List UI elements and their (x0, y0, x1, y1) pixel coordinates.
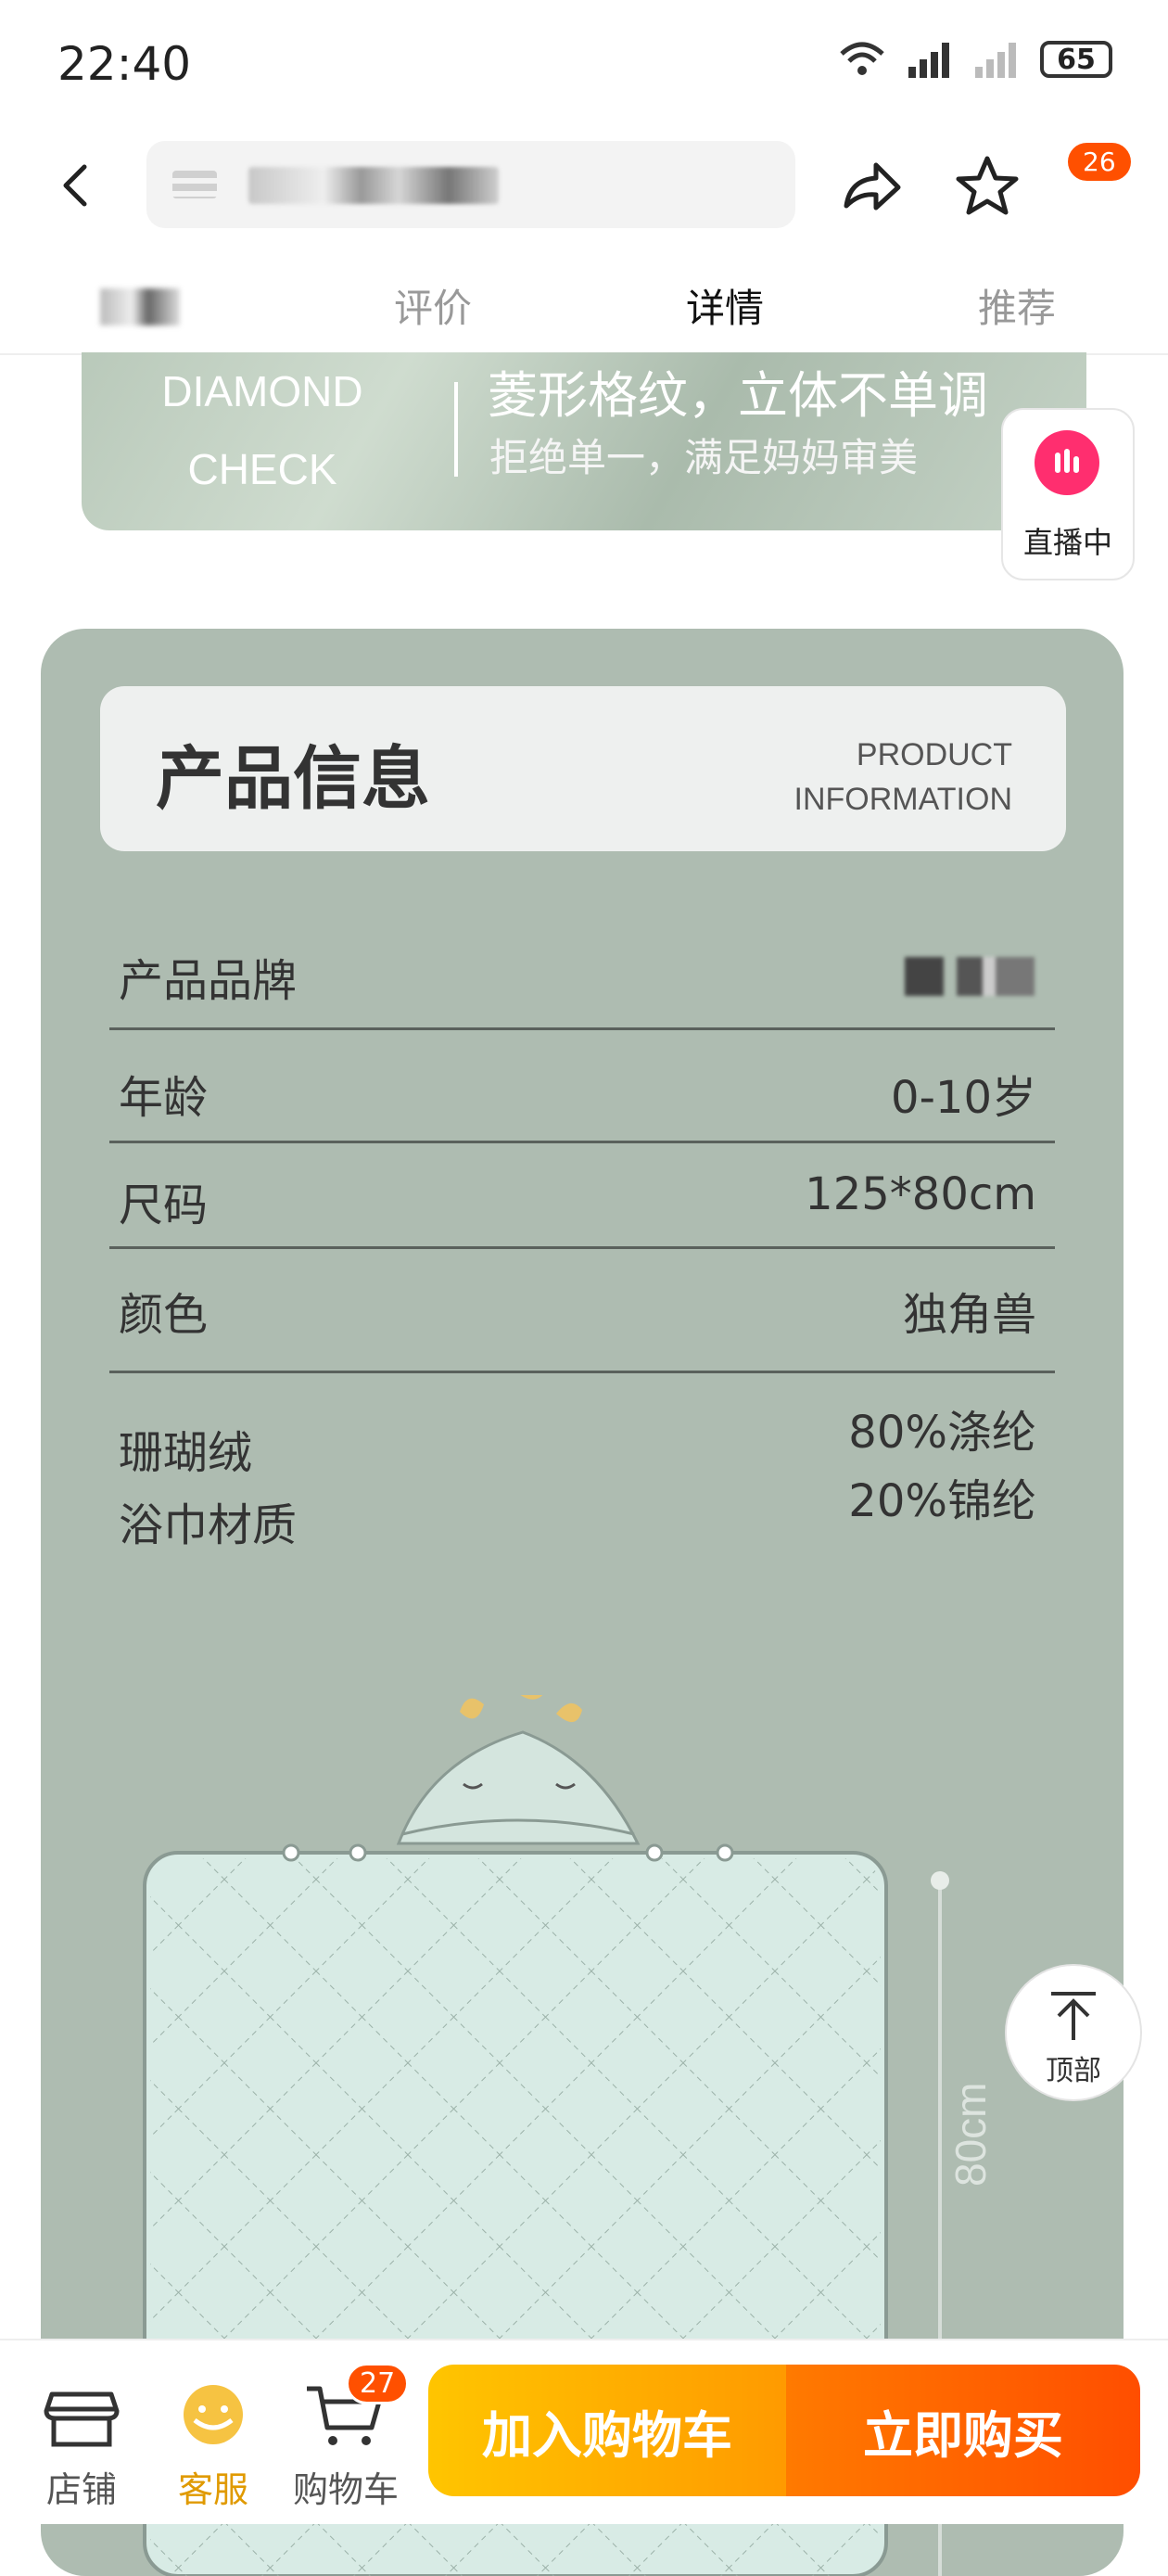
material-value: 80%涤纶 20%锦纶 (848, 1398, 1036, 1536)
status-icons: 65 (836, 39, 1112, 80)
divider (109, 1246, 1055, 1249)
color-value: 独角兽 (902, 1289, 1036, 1341)
scroll-top-label: 顶部 (1046, 2055, 1101, 2087)
back-arrow-icon[interactable] (51, 159, 103, 211)
color-label: 颜色 (119, 1289, 209, 1341)
divider (109, 1371, 1055, 1373)
banner-divider (454, 382, 458, 477)
buy-now-button[interactable]: 立即购买 (786, 2365, 1140, 2496)
material-label-line1: 珊瑚绒 (119, 1427, 253, 1479)
cart-badge: 27 (346, 2363, 410, 2404)
wifi-icon (840, 42, 884, 75)
bottom-action-bar: 店铺 客服 27 购物车 加入购物车 立即购买 (0, 2339, 1168, 2524)
battery-indicator: 65 (1040, 41, 1112, 78)
banner-subtitle: 拒绝单一，满足妈妈审美 (489, 435, 919, 480)
blurred-tab[interactable] (100, 288, 180, 325)
customer-service-label: 客服 (177, 2469, 248, 2510)
customer-service-icon (184, 2385, 243, 2444)
material-label-line2: 浴巾材质 (119, 1499, 298, 1551)
product-info-header: 产品信息 PRODUCT INFORMATION (100, 686, 1066, 851)
cart-nav[interactable]: 27 购物车 (290, 2363, 410, 2510)
blurred-text (248, 167, 499, 204)
shop-icon (44, 2391, 120, 2447)
customer-service-nav[interactable]: 客服 (158, 2376, 269, 2510)
brand-label: 产品品牌 (119, 955, 298, 1007)
favorite-star-icon[interactable] (955, 154, 1020, 219)
product-info-en-line1: PRODUCT (856, 737, 1012, 772)
search-box[interactable] (146, 141, 795, 228)
signal-off-icon (975, 43, 1016, 78)
cart-label: 购物车 (292, 2469, 399, 2510)
tab-bar: 评价 详情 推荐 (0, 264, 1168, 355)
size-label: 尺码 (119, 1180, 209, 1231)
dimension-label: 80cm (946, 2082, 995, 2187)
shop-label: 店铺 (45, 2469, 117, 2510)
product-info-card: 产品信息 PRODUCT INFORMATION 产品品牌 年龄 0-10岁 尺… (41, 629, 1124, 2576)
message-badge[interactable]: 26 (1068, 143, 1131, 181)
banner-en-line2: CHECK (187, 445, 337, 493)
live-label: 直播中 (1022, 525, 1112, 560)
material-value-line1: 80%涤纶 (848, 1407, 1036, 1459)
size-value: 125*80cm (805, 1168, 1036, 1220)
product-info-en: PRODUCT INFORMATION (794, 733, 1012, 822)
top-header: 26 (0, 139, 1168, 232)
banner-en-line1: DIAMOND (161, 367, 363, 415)
status-bar: 22:40 65 (0, 0, 1168, 134)
material-value-line2: 20%锦纶 (848, 1475, 1036, 1527)
feature-banner: DIAMOND CHECK 菱形格纹，立体不单调 拒绝单一，满足妈妈审美 (82, 352, 1086, 530)
age-value: 0-10岁 (891, 1072, 1036, 1124)
share-icon[interactable] (839, 158, 904, 217)
blurred-text (172, 171, 217, 198)
signal-icon (908, 43, 949, 78)
scroll-top-button[interactable]: 顶部 (1007, 1966, 1140, 2099)
product-info-title: 产品信息 (156, 739, 430, 819)
product-info-en-line2: INFORMATION (793, 782, 1012, 817)
brand-value-blurred (905, 957, 1035, 996)
divider (109, 1027, 1055, 1030)
material-label: 珊瑚绒 浴巾材质 (119, 1417, 297, 1562)
banner-title: 菱形格纹，立体不单调 (488, 366, 988, 425)
tab-reviews[interactable]: 评价 (394, 277, 472, 334)
add-to-cart-button[interactable]: 加入购物车 (428, 2365, 786, 2496)
live-stream-button[interactable]: 直播中 (1001, 408, 1135, 580)
age-label: 年龄 (119, 1072, 209, 1124)
arrow-up-icon (1051, 1992, 1096, 2040)
tab-recommend[interactable]: 推荐 (978, 277, 1056, 334)
clock: 22:40 (57, 37, 192, 91)
banner-en-text: DIAMOND CHECK (146, 352, 378, 508)
shop-nav[interactable]: 店铺 (26, 2376, 137, 2510)
tab-details[interactable]: 详情 (686, 277, 764, 334)
divider (109, 1141, 1055, 1143)
live-icon (1035, 430, 1099, 495)
